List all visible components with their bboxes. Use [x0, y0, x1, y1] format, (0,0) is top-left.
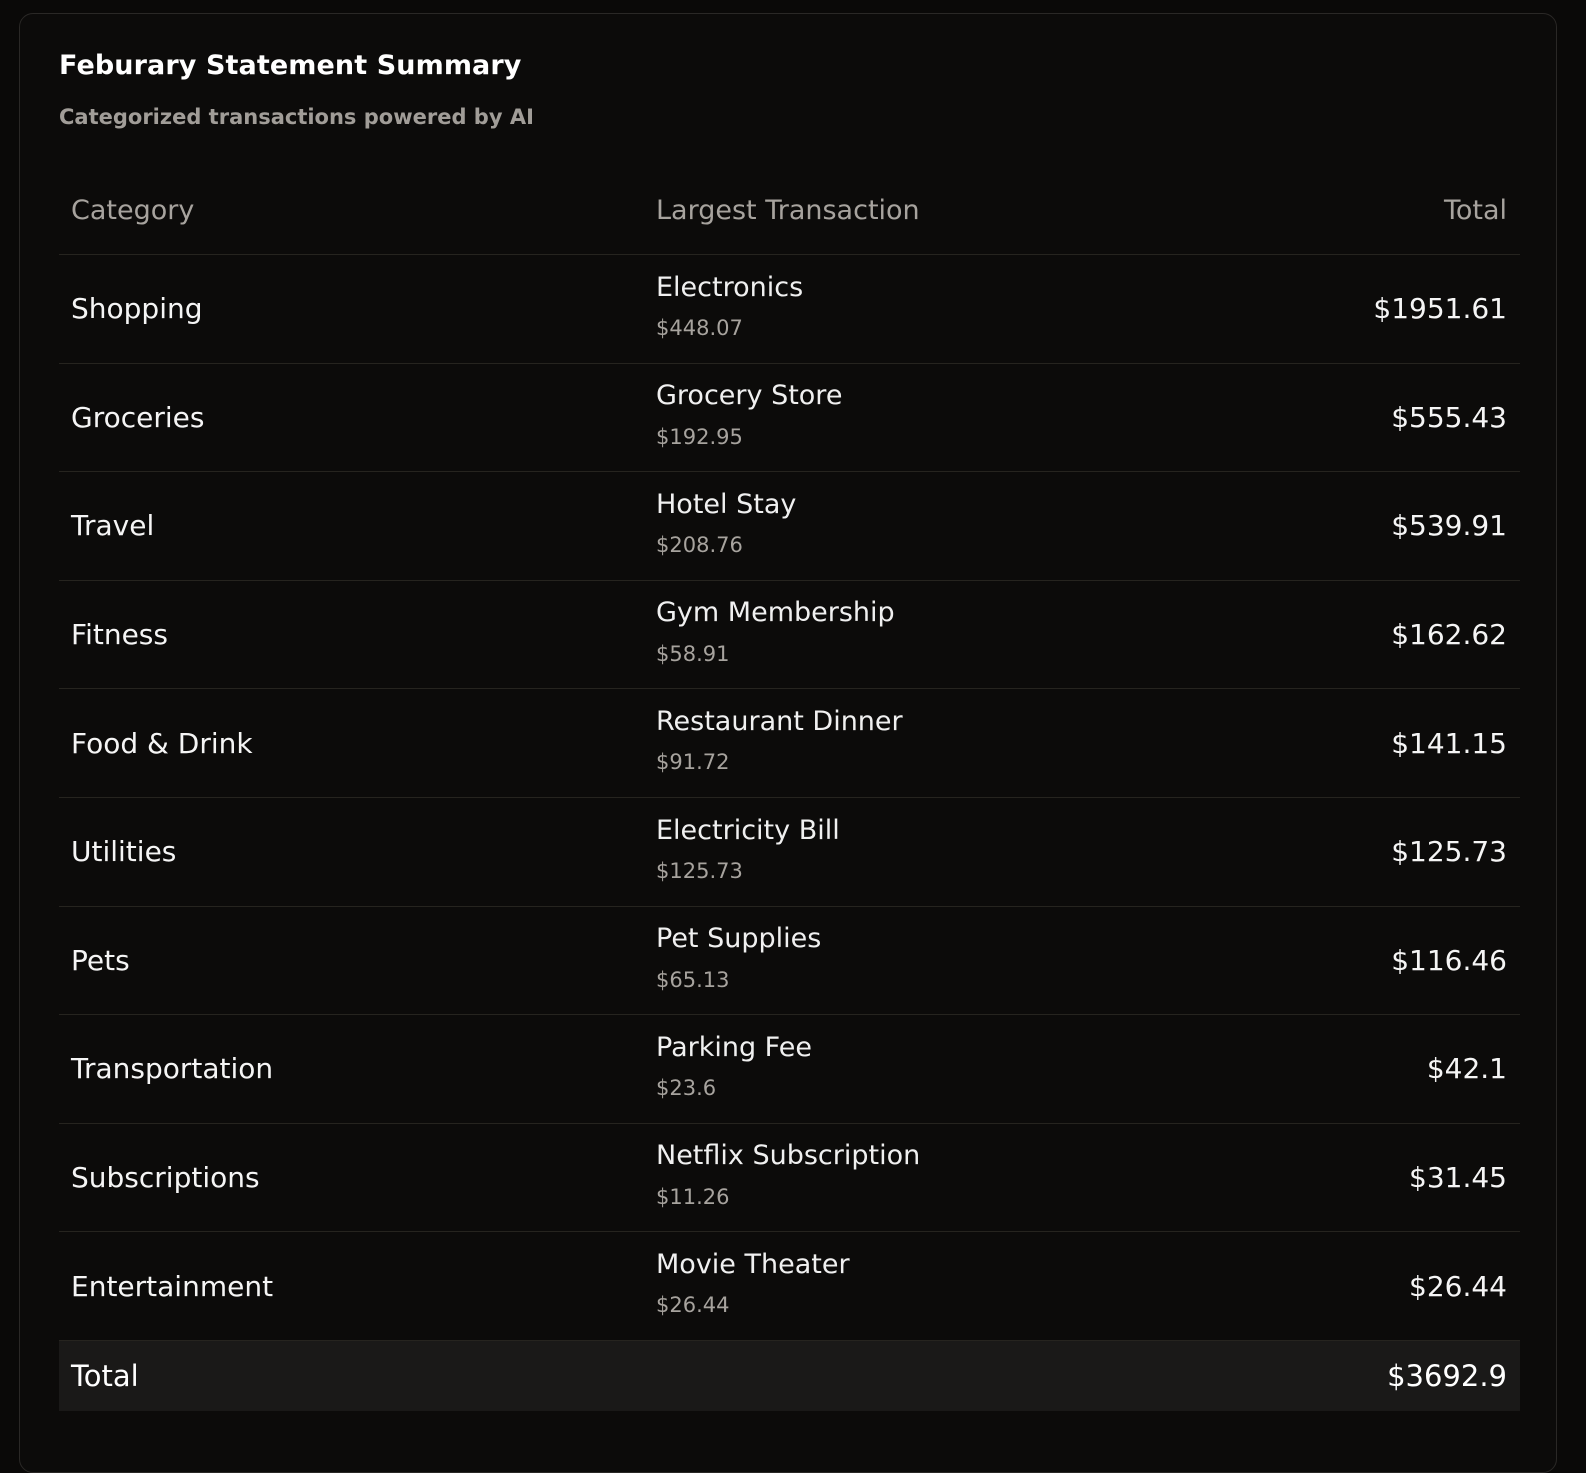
category-total: $162.62: [1391, 618, 1507, 652]
category-total: $1951.61: [1373, 292, 1507, 326]
category-cell: Pets: [71, 907, 130, 1015]
largest-transaction-cell: Hotel Stay $208.76: [656, 472, 796, 580]
category-cell: Subscriptions: [71, 1124, 260, 1232]
category-name: Food & Drink: [71, 726, 253, 760]
header-category: Category: [71, 195, 195, 226]
table-row: Shopping Electronics $448.07 $1951.61: [59, 254, 1520, 363]
category-total: $42.1: [1426, 1052, 1507, 1086]
category-cell: Fitness: [71, 581, 168, 689]
category-cell: Utilities: [71, 798, 176, 906]
header-largest-transaction: Largest Transaction: [656, 195, 920, 226]
category-cell: Transportation: [71, 1015, 273, 1123]
category-cell: Food & Drink: [71, 689, 253, 797]
transaction-name: Grocery Store: [656, 380, 843, 412]
transaction-name: Movie Theater: [656, 1248, 850, 1280]
total-cell: $26.44: [1409, 1232, 1507, 1340]
total-cell: $42.1: [1427, 1015, 1507, 1123]
category-total: $116.46: [1391, 943, 1507, 977]
largest-transaction-cell: Pet Supplies $65.13: [656, 907, 821, 1015]
table-body: Shopping Electronics $448.07 $1951.61 Grocer…: [59, 254, 1520, 1340]
category-total: $555.43: [1391, 400, 1507, 434]
transaction-amount: $125.73: [656, 858, 743, 883]
largest-transaction-cell: Grocery Store $192.95: [656, 364, 842, 472]
table-row: Travel Hotel Stay $208.76 $539.91: [59, 471, 1520, 580]
largest-transaction-cell: Movie Theater $26.44: [656, 1232, 850, 1340]
category-name: Transportation: [71, 1052, 274, 1086]
total-cell: $539.91: [1391, 472, 1507, 580]
transaction-name: Electricity Bill: [656, 814, 840, 846]
transaction-amount: $91.72: [656, 750, 730, 775]
transaction-name: Netflix Subscription: [656, 1140, 921, 1172]
transaction-name: Restaurant Dinner: [656, 705, 903, 737]
category-total: $31.45: [1409, 1161, 1507, 1195]
largest-transaction-cell: Parking Fee $23.6: [656, 1015, 812, 1123]
table-header-row: Category Largest Transaction Total: [59, 167, 1520, 254]
footer-total: $3692.9: [1387, 1358, 1507, 1393]
transaction-name: Pet Supplies: [656, 923, 822, 955]
category-name: Subscriptions: [71, 1161, 260, 1195]
table-row: Utilities Electricity Bill $125.73 $125.73: [59, 796, 1520, 906]
total-cell: $31.45: [1409, 1124, 1507, 1232]
summary-table: Category Largest Transaction Total Shopp…: [59, 167, 1520, 1411]
total-cell: $555.43: [1391, 364, 1507, 472]
transaction-amount: $192.95: [656, 424, 743, 449]
table-row: Groceries Grocery Store $192.95 $555.43: [59, 362, 1520, 472]
total-cell: $125.73: [1391, 798, 1507, 906]
transaction-amount: $23.6: [656, 1076, 717, 1101]
transaction-name: Electronics: [656, 271, 804, 303]
footer-label: Total: [71, 1358, 139, 1393]
largest-transaction-cell: Electronics $448.07: [656, 255, 803, 363]
category-name: Shopping: [71, 292, 203, 326]
total-cell: $162.62: [1391, 581, 1507, 689]
category-name: Entertainment: [71, 1269, 274, 1303]
header-total: Total: [1443, 195, 1507, 226]
transaction-name: Hotel Stay: [656, 488, 797, 520]
largest-transaction-cell: Electricity Bill $125.73: [656, 798, 840, 906]
category-cell: Entertainment: [71, 1232, 273, 1340]
largest-transaction-cell: Netflix Subscription $11.26: [656, 1124, 920, 1232]
category-cell: Travel: [71, 472, 154, 580]
transaction-name: Gym Membership: [656, 597, 895, 629]
category-cell: Shopping: [71, 255, 203, 363]
table-row: Food & Drink Restaurant Dinner $91.72 $141.…: [59, 688, 1520, 797]
category-name: Travel: [71, 509, 155, 543]
table-row: Subscriptions Netflix Subscription $11.26 $…: [59, 1122, 1520, 1232]
category-name: Utilities: [71, 835, 177, 869]
largest-transaction-cell: Gym Membership $58.91: [656, 581, 895, 689]
category-name: Fitness: [71, 618, 168, 652]
total-cell: $1951.61: [1373, 255, 1507, 363]
card-title: Feburary Statement Summary: [59, 50, 522, 81]
card-subtitle: Categorized transactions powered by AI: [59, 105, 534, 129]
transaction-amount: $58.91: [656, 641, 730, 666]
transaction-amount: $26.44: [656, 1293, 730, 1318]
table-footer-row: Total $3692.9: [59, 1339, 1520, 1411]
transaction-amount: $208.76: [656, 533, 743, 558]
category-name: Groceries: [71, 400, 205, 434]
table-row: Fitness Gym Membership $58.91 $162.62: [59, 579, 1520, 689]
transaction-amount: $448.07: [656, 315, 743, 340]
largest-transaction-cell: Restaurant Dinner $91.72: [656, 689, 903, 797]
statement-summary-card: Feburary Statement Summary Categorized t…: [19, 13, 1557, 1473]
table-row: Transportation Parking Fee $23.6 $42.1: [59, 1014, 1520, 1123]
transaction-name: Parking Fee: [656, 1031, 812, 1063]
category-total: $539.91: [1391, 509, 1507, 543]
transaction-amount: $65.13: [656, 967, 730, 992]
category-cell: Groceries: [71, 364, 204, 472]
table-row: Entertainment Movie Theater $26.44 $26.44: [59, 1231, 1520, 1340]
transaction-amount: $11.26: [656, 1184, 730, 1209]
total-cell: $116.46: [1391, 907, 1507, 1015]
category-total: $125.73: [1391, 835, 1507, 869]
category-total: $26.44: [1409, 1269, 1507, 1303]
category-name: Pets: [71, 943, 130, 977]
table-row: Pets Pet Supplies $65.13 $116.46: [59, 905, 1520, 1015]
total-cell: $141.15: [1391, 689, 1507, 797]
category-total: $141.15: [1391, 726, 1507, 760]
